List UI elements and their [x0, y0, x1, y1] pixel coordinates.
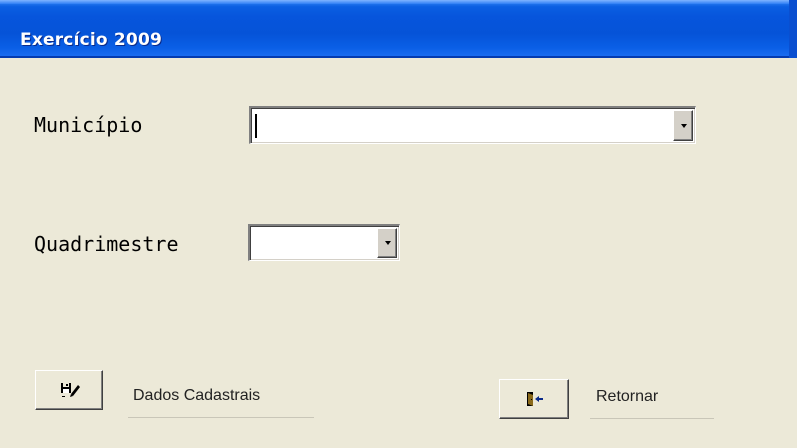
save-edit-icon: [61, 383, 80, 397]
quadrimestre-label: Quadrimestre: [34, 232, 179, 256]
dados-cadastrais-button[interactable]: [35, 370, 103, 410]
exit-door-icon: [527, 392, 543, 406]
dados-cadastrais-label[interactable]: Dados Cadastrais: [133, 387, 260, 405]
title-bar-edge: [789, 0, 797, 58]
retornar-button[interactable]: [499, 379, 569, 419]
municipio-label: Município: [34, 113, 143, 137]
retornar-label[interactable]: Retornar: [596, 388, 658, 406]
text-caret: [255, 114, 257, 138]
quadrimestre-combobox[interactable]: [248, 224, 400, 261]
window-title: Exercício 2009: [20, 30, 163, 50]
chevron-down-icon: [385, 241, 391, 245]
municipio-combobox[interactable]: [249, 106, 696, 144]
municipio-dropdown-button[interactable]: [673, 110, 693, 141]
chevron-down-icon: [681, 123, 687, 128]
dialog-window: Exercício 2009 Município Quadrimestre Da…: [0, 0, 797, 448]
divider: [590, 418, 714, 419]
quadrimestre-dropdown-button[interactable]: [377, 228, 397, 258]
title-bar[interactable]: Exercício 2009: [0, 0, 797, 58]
divider: [128, 417, 314, 418]
